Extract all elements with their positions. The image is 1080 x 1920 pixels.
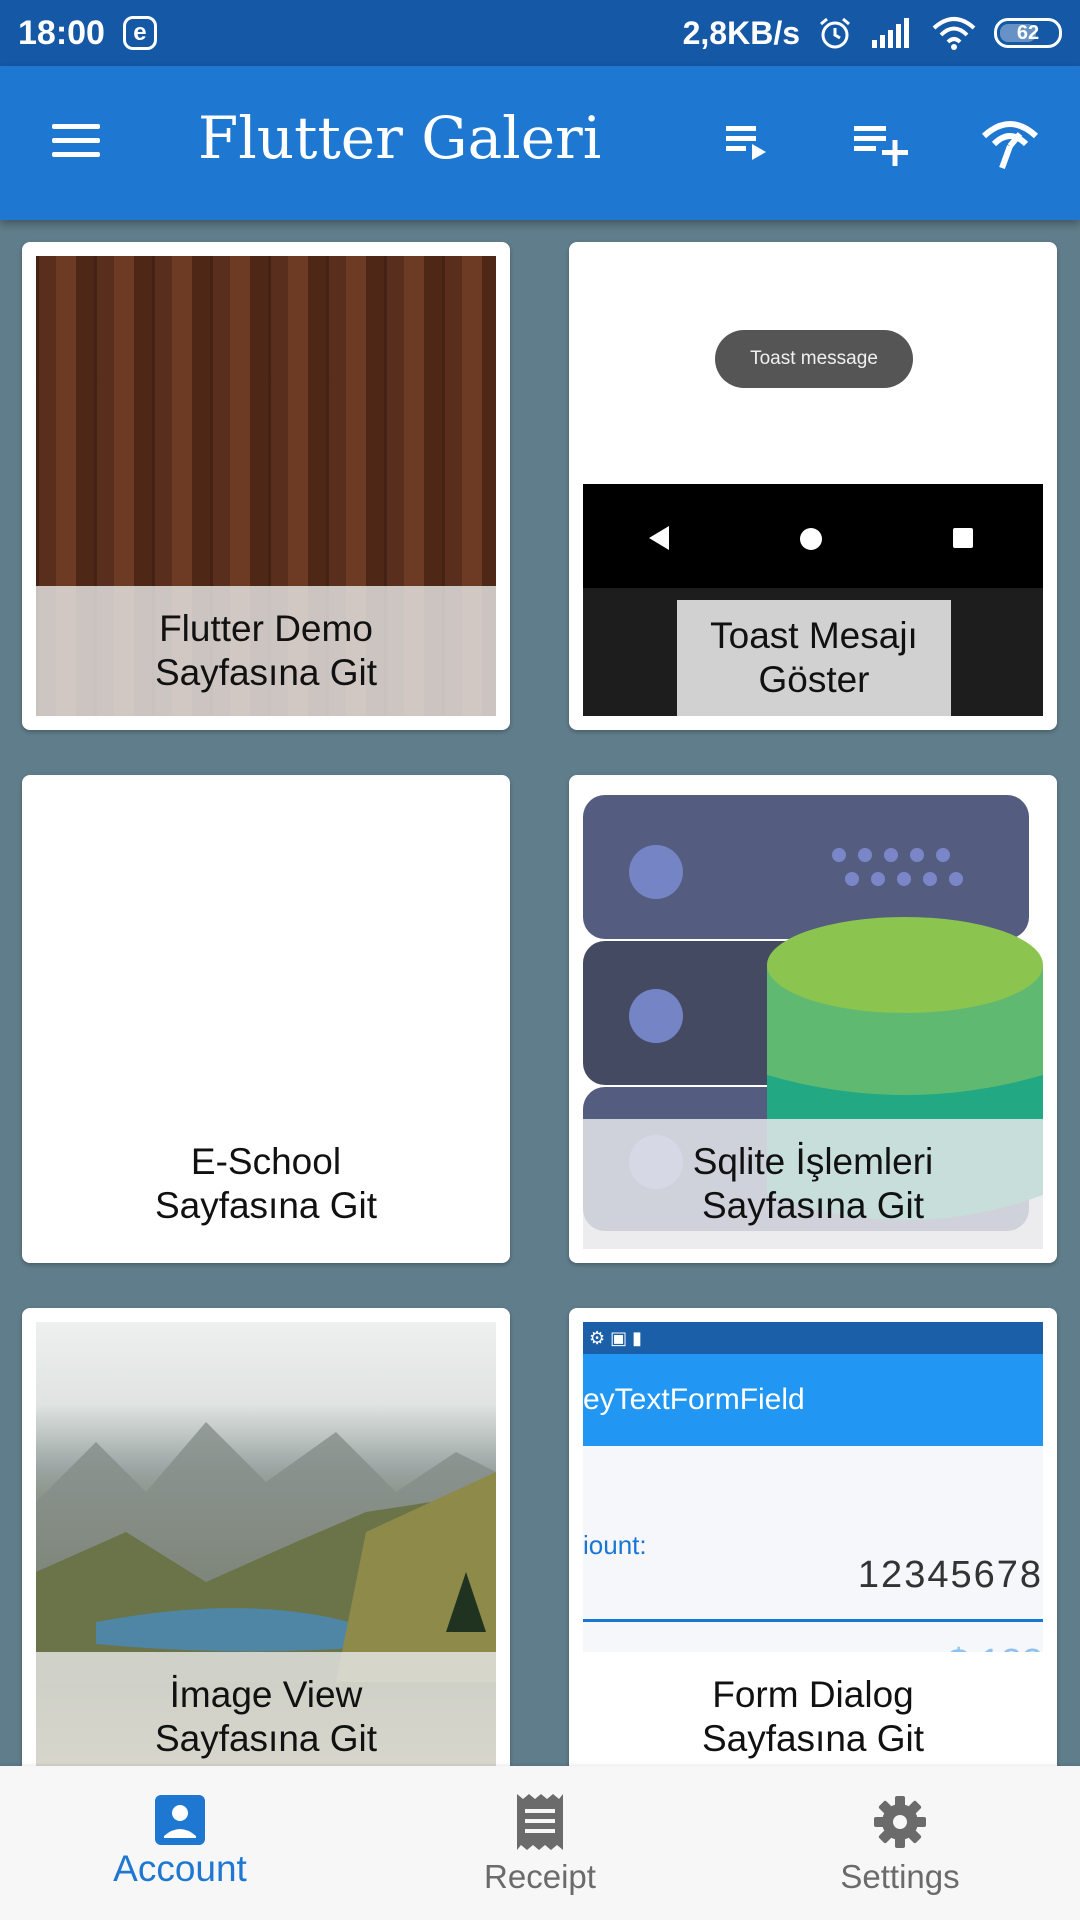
menu-icon[interactable]: [48, 118, 104, 162]
nav-label: Settings: [840, 1858, 960, 1895]
card-caption: Form Dialog Sayfasına Git: [583, 1652, 1043, 1766]
card-toast-message[interactable]: Toast message Toast Mesajı Göster: [569, 242, 1057, 730]
card-caption-text: Flutter Demo Sayfasına Git: [154, 608, 378, 693]
signal-icon: [872, 18, 909, 48]
gallery-grid: Flutter Demo Sayfasına Git Toast message…: [0, 220, 1080, 1766]
app-bar: Flutter Galeri: [0, 66, 1080, 220]
receipt-icon: [517, 1794, 563, 1850]
home-circle-icon: [800, 528, 822, 550]
card-image-view[interactable]: İmage View Sayfasına Git: [22, 1308, 510, 1766]
card-form-dialog[interactable]: ⚙ ▣ ▮ eyTextFormField iount: 12345678 $ …: [569, 1308, 1057, 1766]
card-caption: Flutter Demo Sayfasına Git: [36, 586, 496, 716]
playlist-play-icon[interactable]: [716, 112, 776, 172]
card-caption-text: İmage View Sayfasına Git: [154, 1674, 378, 1759]
android-nav-preview: [583, 484, 1043, 588]
network-speed: 2,8KB/s: [682, 14, 800, 51]
back-triangle-icon: [649, 526, 669, 550]
card-eschool[interactable]: E-School Sayfasına Git: [22, 775, 510, 1263]
app-title: Flutter Galeri: [198, 104, 602, 172]
wifi-icon: [932, 17, 976, 50]
wifi-tethering-icon[interactable]: [980, 112, 1040, 172]
card-caption: İmage View Sayfasına Git: [36, 1652, 496, 1766]
nav-account[interactable]: Account: [0, 1766, 360, 1920]
form-title-bar: eyTextFormField: [583, 1354, 1043, 1446]
form-amount-label: iount:: [583, 1530, 647, 1560]
bottom-navigation: Account Receipt Settings: [0, 1766, 1080, 1920]
status-bar: 18:00 e 2,8KB/s 62: [0, 0, 1080, 66]
status-time: 18:00: [18, 13, 105, 52]
form-underline: [583, 1619, 1043, 1622]
playlist-add-icon[interactable]: [850, 112, 910, 172]
form-amount-value: 12345678: [857, 1554, 1043, 1596]
card-caption-text: Sqlite İşlemleri Sayfasına Git: [692, 1141, 934, 1226]
nav-label: Account: [113, 1848, 247, 1889]
card-caption: Sqlite İşlemleri Sayfasına Git: [583, 1119, 1043, 1249]
led-dots-icon: [832, 848, 963, 886]
alarm-icon: [820, 17, 850, 49]
nav-settings[interactable]: Settings: [720, 1766, 1080, 1920]
nav-receipt[interactable]: Receipt: [360, 1766, 720, 1920]
card-caption: E-School Sayfasına Git: [36, 1119, 496, 1249]
form-status-strip: ⚙ ▣ ▮: [583, 1322, 1043, 1354]
card-flutter-demo[interactable]: Flutter Demo Sayfasına Git: [22, 242, 510, 730]
notification-e-icon: e: [122, 16, 157, 50]
card-caption-text: E-School Sayfasına Git: [154, 1141, 378, 1226]
card-caption: Toast Mesajı Göster: [677, 600, 951, 716]
account-box-icon: [155, 1795, 205, 1845]
toast-preview: Toast message: [715, 330, 913, 388]
recent-square-icon: [953, 528, 973, 548]
card-sqlite[interactable]: Sqlite İşlemleri Sayfasına Git: [569, 775, 1057, 1263]
card-caption-text: Form Dialog Sayfasına Git: [701, 1674, 925, 1759]
card-caption-text: Toast Mesajı Göster: [710, 615, 918, 700]
settings-icon: [874, 1796, 926, 1848]
nav-label: Receipt: [484, 1858, 596, 1895]
mountains-icon: [36, 1422, 496, 1682]
battery-icon: 62: [994, 18, 1062, 48]
battery-level: 62: [1016, 21, 1040, 44]
